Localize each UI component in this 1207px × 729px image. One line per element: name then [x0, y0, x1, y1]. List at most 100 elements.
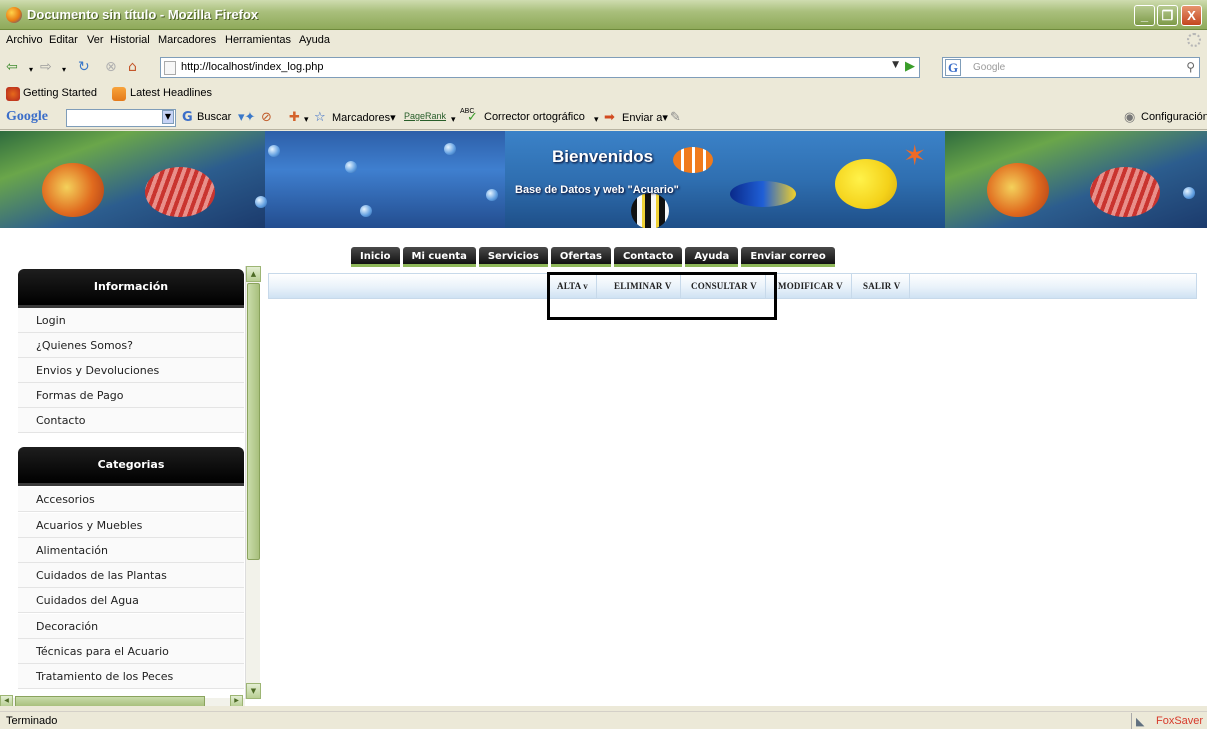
submenu-modificar[interactable]: MODIFICAR V — [770, 274, 852, 298]
menu-editar[interactable]: Editar — [49, 34, 78, 46]
bookmark-getting-started[interactable]: Getting Started — [23, 87, 97, 99]
menu-ver[interactable]: Ver — [87, 34, 104, 46]
scroll-right-icon[interactable]: ▶ — [230, 695, 243, 706]
shark-icon: ◣ — [1136, 715, 1145, 728]
reload-icon[interactable]: ↻ — [78, 59, 90, 75]
minimize-button[interactable]: _ — [1134, 5, 1155, 26]
banner-discus-fish-right — [945, 131, 1207, 228]
horizontal-scroll-thumb[interactable] — [15, 696, 205, 706]
close-button[interactable]: X — [1181, 5, 1202, 26]
search-engine-icon[interactable]: G — [945, 59, 961, 76]
highlighter-icon[interactable]: ✎ — [670, 110, 681, 125]
throbber-icon — [1187, 33, 1201, 47]
sidebar-item-login[interactable]: Login — [18, 308, 244, 333]
tab-inicio[interactable]: Inicio — [351, 247, 400, 267]
banner-subtitle-text: Base de Datos y web "Acuario" — [515, 184, 679, 196]
sidebar-item-quienes-somos[interactable]: ¿Quienes Somos? — [18, 333, 244, 358]
informacion-header: Información — [18, 269, 244, 308]
enviar-arrow-icon: ➡ — [604, 110, 615, 125]
tab-ayuda[interactable]: Ayuda — [685, 247, 739, 267]
left-sidebar: Información Login ¿Quienes Somos? Envios… — [0, 266, 260, 706]
sidebar-item-decoracion[interactable]: Decoración — [18, 614, 244, 639]
menu-ayuda[interactable]: Ayuda — [299, 34, 330, 46]
window-title: Documento sin título - Mozilla Firefox — [27, 7, 259, 22]
menu-bar: Archivo Editar Ver Historial Marcadores … — [0, 31, 1207, 51]
corrector-dropdown-icon[interactable]: ▾ — [594, 113, 599, 128]
page-icon — [164, 61, 176, 75]
rss-feed-icon — [112, 87, 126, 101]
sidebar-item-tecnicas[interactable]: Técnicas para el Acuario — [18, 639, 244, 664]
spellcheck-check-icon: ✓ — [467, 110, 478, 125]
tab-enviar-correo[interactable]: Enviar correo — [741, 247, 835, 267]
star-icon[interactable]: ☆ — [314, 110, 326, 125]
sidebar-item-cuidados-plantas[interactable]: Cuidados de las Plantas — [18, 563, 244, 588]
url-bar[interactable]: http://localhost/index_log.php ▼ ▶ — [160, 57, 920, 78]
google-toolbar: Google ▼ G Buscar ▾✦ ⊘ ✚ ▾ ☆ Marcadores▾… — [0, 106, 1207, 130]
tab-contacto[interactable]: Contacto — [613, 247, 683, 267]
highlight-box — [547, 272, 777, 320]
sidebar-item-alimentacion[interactable]: Alimentación — [18, 538, 244, 563]
settings-circle-icon[interactable]: ◉ — [1124, 110, 1135, 125]
news-dropdown-icon[interactable]: ▾ — [304, 113, 309, 128]
bookmark-latest-headlines[interactable]: Latest Headlines — [130, 87, 212, 99]
sidebar-item-cuidados-agua[interactable]: Cuidados del Agua — [18, 588, 244, 613]
search-box[interactable]: G Google ⚲ — [942, 57, 1200, 78]
url-text: http://localhost/index_log.php — [181, 61, 324, 73]
menu-archivo[interactable]: Archivo — [6, 34, 43, 46]
getting-started-icon — [6, 87, 20, 101]
pagerank-dropdown-icon[interactable]: ▾ — [451, 113, 456, 128]
sidebar-vertical-scrollbar[interactable]: ▲ ▼ — [245, 266, 261, 699]
main-tabs: Inicio Mi cuenta Servicios Ofertas Conta… — [351, 247, 835, 267]
go-arrow-icon[interactable]: ▶ — [905, 59, 915, 74]
sidebar-horizontal-scrollbar[interactable]: ◀ ▶ — [0, 695, 245, 706]
buscar-options-icon[interactable]: ▾✦ — [238, 110, 255, 125]
url-dropdown-icon[interactable]: ▼ — [892, 60, 899, 70]
tab-servicios[interactable]: Servicios — [478, 247, 548, 267]
sidebar-item-contacto[interactable]: Contacto — [18, 408, 244, 433]
vertical-scroll-thumb[interactable] — [247, 283, 260, 560]
enviar-a-button[interactable]: Enviar a▾ — [622, 111, 668, 124]
buscar-button[interactable]: Buscar — [197, 111, 231, 123]
menu-marcadores[interactable]: Marcadores — [158, 34, 216, 46]
foxsaver-label: FoxSaver — [1156, 715, 1204, 727]
corrector-ortografico-button[interactable]: Corrector ortográfico — [484, 111, 585, 123]
maximize-button[interactable]: ❐ — [1157, 5, 1178, 26]
forward-arrow-icon[interactable]: ⇨ — [40, 59, 52, 75]
sidebar-item-accesorios[interactable]: Accesorios — [18, 487, 244, 512]
submenu-salir[interactable]: SALIR V — [855, 274, 910, 298]
sidebar-item-envios[interactable]: Envios y Devoluciones — [18, 358, 244, 383]
sidebar-item-acuarios-muebles[interactable]: Acuarios y Muebles — [18, 513, 244, 538]
web-page: ✶ Bienvenidos Base de Datos y web "Acuar… — [0, 131, 1207, 706]
foxsaver-addon[interactable]: ◣ FoxSaver — [1131, 713, 1204, 729]
news-icon[interactable]: ✚ — [289, 110, 300, 125]
home-icon[interactable]: ⌂ — [128, 59, 137, 75]
scroll-left-icon[interactable]: ◀ — [0, 695, 13, 706]
back-dropdown-icon[interactable]: ▾ — [29, 62, 33, 78]
sidebar-item-formas-pago[interactable]: Formas de Pago — [18, 383, 244, 408]
pagerank-indicator[interactable]: PageRank — [404, 111, 446, 121]
stop-icon[interactable]: ⊗ — [105, 59, 117, 75]
google-dropdown-icon[interactable]: ▼ — [162, 110, 174, 124]
forward-dropdown-icon[interactable]: ▾ — [62, 62, 66, 78]
search-icon[interactable]: ⚲ — [1186, 60, 1195, 74]
banner-welcome-text: Bienvenidos — [552, 147, 654, 166]
banner-reef-image: ✶ — [505, 131, 945, 228]
back-arrow-icon[interactable]: ⇦ — [6, 59, 18, 75]
firefox-logo-icon — [6, 7, 22, 23]
sidebar-item-tratamiento-peces[interactable]: Tratamiento de los Peces — [18, 664, 244, 689]
tab-ofertas[interactable]: Ofertas — [550, 247, 611, 267]
status-text: Terminado — [6, 715, 58, 727]
banner-discus-fish-left — [0, 131, 265, 228]
configuracion-button[interactable]: Configuración — [1141, 111, 1207, 123]
scroll-up-icon[interactable]: ▲ — [246, 266, 261, 282]
popup-blocker-icon[interactable]: ⊘ — [261, 110, 272, 125]
google-search-input[interactable] — [66, 109, 176, 127]
bookmarks-bar: Getting Started Latest Headlines — [0, 83, 1207, 105]
scroll-down-icon[interactable]: ▼ — [246, 683, 261, 699]
navigation-toolbar: ⇦ ▾ ⇨ ▾ ↻ ⊗ ⌂ http://localhost/index_log… — [0, 54, 1207, 80]
tab-mi-cuenta[interactable]: Mi cuenta — [402, 247, 476, 267]
marcadores-button[interactable]: Marcadores▾ — [332, 111, 396, 124]
menu-herramientas[interactable]: Herramientas — [225, 34, 291, 46]
menu-historial[interactable]: Historial — [110, 34, 150, 46]
search-placeholder: Google — [973, 62, 1006, 73]
